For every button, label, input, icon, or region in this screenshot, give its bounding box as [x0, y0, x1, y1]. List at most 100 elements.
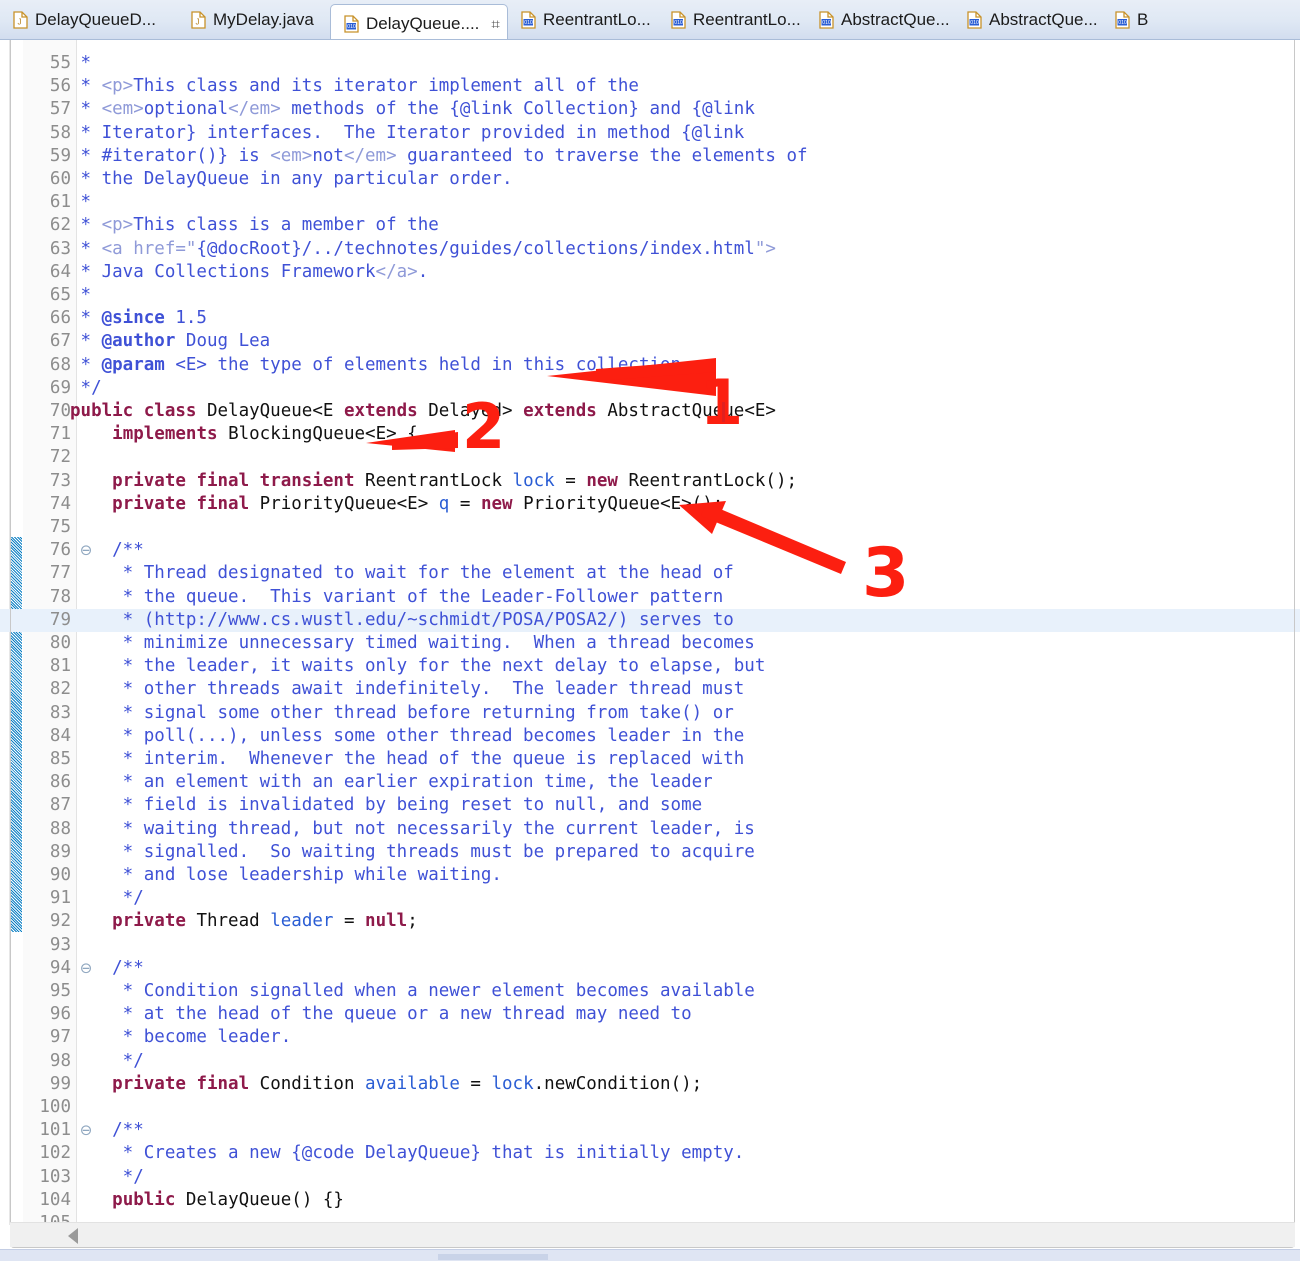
line-number: 61 — [49, 192, 71, 213]
code-token: * #iterator()} is — [70, 145, 271, 166]
code-token: * Creates a new {@code DelayQueue} that … — [70, 1143, 745, 1164]
code-line[interactable] — [0, 957, 1300, 980]
code-token: * other threads await indefinitely. The … — [70, 679, 745, 700]
text-caret — [722, 402, 725, 422]
editor-tab-label: ReentrantLo... — [543, 9, 651, 29]
editor-tab-4[interactable]: 010 ReentrantLo... — [658, 0, 806, 39]
editor-tab-label: B — [1137, 9, 1149, 29]
class-file-icon: 010 — [343, 15, 360, 33]
code-token: * — [70, 76, 102, 97]
line-number: 70 — [49, 401, 71, 421]
code-token: Thread — [196, 911, 271, 932]
code-token: <em> — [270, 145, 313, 166]
code-token: DelayQueue<E — [206, 401, 344, 421]
code-token: * (http://www.cs.wustl.edu/~schmidt/POSA… — [70, 609, 734, 630]
code-line-text: * — [70, 191, 102, 214]
line-number: 90 — [49, 865, 71, 885]
status-bar — [0, 1249, 1300, 1261]
code-line-text: private Thread leader = null; — [70, 910, 418, 933]
code-line-text: * Thread designated to wait for the elem… — [70, 562, 734, 585]
code-line-text: * @author Doug Lea — [70, 330, 271, 353]
code-line[interactable] — [0, 1050, 1300, 1073]
line-number: 59 — [49, 145, 71, 166]
svg-text:J: J — [18, 17, 22, 26]
line-number: 101 — [39, 1120, 71, 1141]
code-token: not — [312, 145, 344, 166]
code-token: optional — [143, 99, 229, 120]
code-line-text: */ — [70, 1050, 144, 1073]
code-token: @param — [101, 354, 165, 375]
line-number: 86 — [49, 772, 71, 793]
code-line-text: /** — [70, 957, 144, 980]
scroll-left-arrow-icon[interactable] — [68, 1228, 78, 1244]
code-token: * — [70, 331, 102, 352]
code-token: null — [365, 911, 408, 932]
code-line[interactable] — [0, 446, 1300, 469]
code-line[interactable] — [0, 934, 1300, 957]
editor-tab-5[interactable]: 010 AbstractQue... — [806, 0, 954, 39]
line-number: 92 — [49, 911, 71, 932]
code-line-text: * — [70, 52, 102, 75]
code-token: extends — [343, 401, 429, 421]
source-code-area[interactable]: 55 * 56 * <p>This class and its iterator… — [0, 40, 1300, 1225]
code-token: = — [554, 470, 587, 491]
editor-tab-2[interactable]: 010 DelayQueue.... ⌗ — [330, 4, 508, 39]
code-token: * — [70, 53, 102, 73]
class-file-icon: 010 — [1114, 10, 1131, 29]
editor-tab-6[interactable]: 010 AbstractQue... — [954, 0, 1102, 39]
code-line[interactable] — [0, 377, 1300, 400]
line-number: 76 — [49, 540, 71, 561]
code-line[interactable] — [0, 887, 1300, 910]
code-line[interactable] — [0, 1166, 1300, 1189]
code-line-text: * become leader. — [70, 1026, 292, 1049]
code-token: * Thread designated to wait for the elem… — [70, 563, 734, 584]
editor-tab-7[interactable]: 010 B — [1102, 0, 1162, 39]
line-number: 97 — [49, 1027, 71, 1048]
code-line-text: * <p>This class is a member of the — [70, 214, 439, 237]
code-line-text: private final Condition available = lock… — [70, 1073, 702, 1096]
code-token: "> — [754, 238, 776, 259]
svg-text:010: 010 — [347, 24, 356, 30]
code-token: PriorityQueue<E> — [259, 493, 439, 514]
line-number: 77 — [49, 563, 71, 584]
editor-tab-1[interactable]: J MyDelay.java — [178, 0, 330, 39]
code-line-text: * interim. Whenever the head of the queu… — [70, 748, 745, 771]
code-token: * poll(...), unless some other thread be… — [70, 725, 745, 746]
code-line[interactable] — [0, 284, 1300, 307]
code-token: extends — [523, 401, 608, 421]
code-line-text: */ — [70, 377, 102, 400]
editor-tab-3[interactable]: 010 ReentrantLo... — [508, 0, 658, 39]
code-line-text: * Iterator} interfaces. The Iterator pro… — [70, 122, 745, 145]
code-token: lock — [512, 470, 555, 491]
status-bar-chip — [438, 1254, 548, 1260]
java-file-icon: J — [12, 10, 29, 29]
code-token: * waiting thread, but not necessarily th… — [70, 818, 755, 839]
svg-text:010: 010 — [970, 20, 979, 26]
code-token: Doug Lea — [175, 331, 271, 352]
code-line[interactable] — [0, 191, 1300, 214]
editor-tab-0[interactable]: J DelayQueueD... — [0, 0, 178, 39]
code-token: .newCondition(); — [533, 1073, 703, 1094]
java-file-icon: J — [190, 10, 207, 29]
horizontal-scrollbar[interactable] — [10, 1222, 1295, 1247]
close-icon[interactable]: ⌗ — [491, 16, 499, 32]
code-token: * an element with an earlier expiration … — [70, 772, 713, 793]
code-line[interactable] — [0, 516, 1300, 539]
code-line-text: public DelayQueue() {} — [70, 1189, 344, 1212]
class-file-icon: 010 — [966, 10, 983, 29]
code-token: * minimize unnecessary timed waiting. Wh… — [70, 633, 755, 653]
code-line[interactable] — [0, 1119, 1300, 1142]
line-number: 57 — [49, 99, 71, 120]
code-line-text: * minimize unnecessary timed waiting. Wh… — [70, 632, 755, 655]
code-line[interactable] — [0, 539, 1300, 562]
code-token: ReentrantLock — [365, 470, 513, 491]
code-line[interactable] — [0, 52, 1300, 75]
code-token: * at the head of the queue or a new thre… — [70, 1004, 692, 1025]
code-token: AbstractQueue<E> — [607, 401, 776, 421]
code-token: * — [70, 215, 102, 236]
code-token: /** — [70, 957, 144, 978]
line-number: 82 — [49, 679, 71, 700]
code-line-text: * <p>This class and its iterator impleme… — [70, 75, 639, 98]
code-editor[interactable]: 55 * 56 * <p>This class and its iterator… — [0, 40, 1300, 1225]
code-line[interactable] — [0, 1096, 1300, 1119]
